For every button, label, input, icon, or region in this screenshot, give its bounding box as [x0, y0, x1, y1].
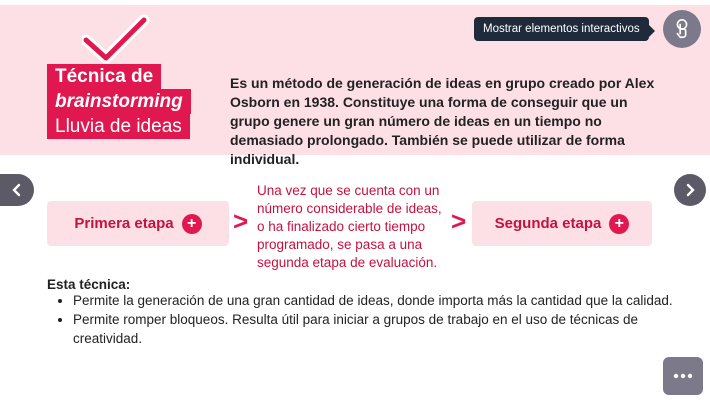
second-stage-button[interactable]: Segunda etapa + — [472, 201, 652, 246]
hand-pointer-icon — [676, 19, 688, 39]
title-line-2: brainstorming — [47, 89, 191, 114]
list-item: Permite la generación de una gran cantid… — [73, 291, 673, 310]
technique-list: Permite la generación de una gran cantid… — [55, 291, 673, 348]
checkmark-icon — [82, 14, 150, 64]
chevron-right-small-icon: > — [451, 206, 467, 236]
show-interactive-button[interactable] — [663, 10, 701, 48]
list-item: Permite romper bloqueos. Resulta útil pa… — [73, 310, 673, 348]
technique-heading: Esta técnica: — [47, 277, 131, 292]
chevron-left-icon — [12, 183, 21, 197]
header-description: Es un método de generación de ideas en g… — [230, 75, 655, 167]
title-line-1: Técnica de — [47, 64, 162, 89]
plus-icon: + — [181, 213, 202, 234]
more-options-button[interactable] — [663, 357, 703, 395]
page-title: Técnica de brainstorming Lluvia de ideas — [47, 64, 191, 139]
first-stage-button[interactable]: Primera etapa + — [47, 201, 229, 246]
more-dots-icon — [673, 373, 693, 379]
interactive-tooltip: Mostrar elementos interactivos — [474, 17, 655, 41]
second-stage-label: Segunda etapa — [494, 215, 602, 232]
next-button[interactable] — [674, 174, 706, 206]
chevron-right-icon — [686, 183, 695, 197]
stage-transition-text: Una vez que se cuenta con un número cons… — [257, 183, 442, 270]
first-stage-label: Primera etapa — [74, 215, 174, 232]
title-line-3: Lluvia de ideas — [47, 114, 190, 139]
plus-icon: + — [609, 213, 630, 234]
prev-button[interactable] — [0, 174, 34, 206]
chevron-right-small-icon: > — [233, 206, 249, 236]
